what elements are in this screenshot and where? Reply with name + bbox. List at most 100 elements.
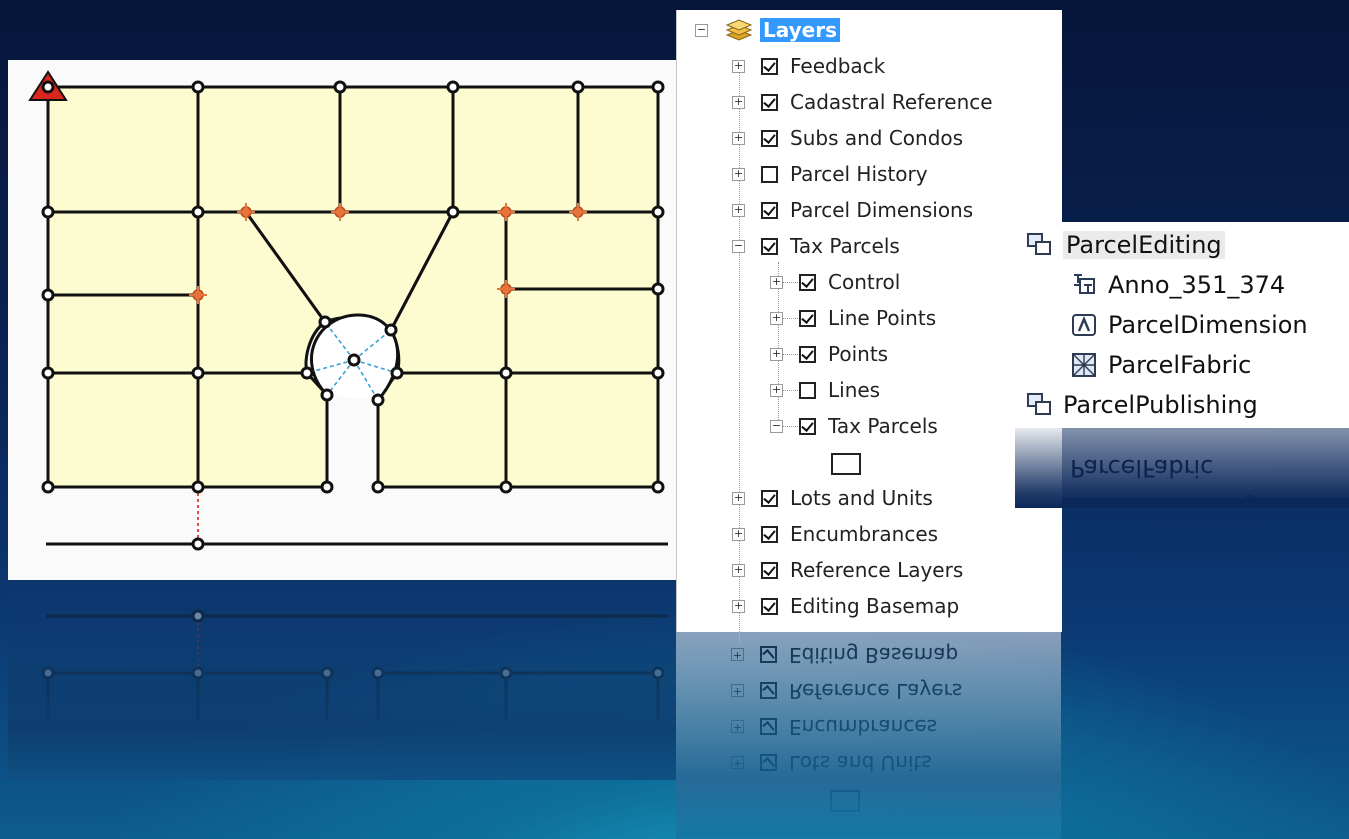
expand-icon[interactable]: + — [770, 275, 783, 289]
visibility-checkbox[interactable] — [761, 201, 778, 219]
layers-title[interactable]: Layers — [760, 18, 840, 42]
parcel-map-canvas[interactable] — [8, 60, 676, 580]
expand-icon[interactable]: + — [732, 59, 745, 73]
layer-label[interactable]: Parcel Dimensions — [790, 198, 973, 222]
catalog-item[interactable]: ParcelPublishing — [1025, 385, 1258, 425]
layer-label[interactable]: Cadastral Reference — [790, 90, 993, 114]
parcel-point[interactable] — [191, 480, 205, 494]
parcel[interactable] — [46, 210, 200, 297]
expand-icon[interactable]: + — [770, 383, 783, 397]
parcel[interactable] — [46, 293, 200, 375]
layer-label[interactable]: Encumbrances — [790, 522, 938, 546]
visibility-checkbox[interactable] — [761, 237, 778, 255]
parcel[interactable] — [504, 210, 660, 291]
layer-group-row[interactable]: + Editing Basemap — [732, 589, 959, 623]
expand-icon[interactable]: + — [732, 599, 745, 613]
visibility-checkbox[interactable] — [761, 165, 778, 183]
layer-label[interactable]: Line Points — [828, 306, 936, 330]
parcel-point[interactable] — [499, 366, 513, 380]
parcel-point[interactable] — [191, 205, 205, 219]
layer-group-row[interactable]: + Lots and Units — [732, 481, 933, 515]
parcel[interactable] — [196, 85, 342, 214]
layer-group-row[interactable]: + Parcel History — [732, 157, 928, 191]
parcel-point[interactable] — [446, 205, 460, 219]
visibility-checkbox[interactable] — [761, 489, 778, 507]
catalog-item-label[interactable]: ParcelFabric — [1108, 351, 1251, 379]
catalog-item[interactable]: ParcelDimension — [1070, 305, 1308, 345]
parcel[interactable] — [504, 371, 660, 489]
parcel-point[interactable] — [191, 537, 205, 551]
expand-icon[interactable]: + — [732, 131, 745, 145]
layer-group-row[interactable]: + Feedback — [732, 49, 885, 83]
parcel-point[interactable] — [651, 366, 665, 380]
expand-icon[interactable]: + — [732, 563, 745, 577]
parcel-map[interactable] — [8, 60, 676, 580]
parcel[interactable] — [338, 85, 455, 214]
catalog-item-label[interactable]: ParcelPublishing — [1063, 391, 1258, 419]
expand-icon[interactable]: + — [732, 203, 745, 217]
parcel-point[interactable] — [651, 282, 665, 296]
layer-label[interactable]: Subs and Condos — [790, 126, 963, 150]
layer-label[interactable]: Tax Parcels — [790, 234, 900, 258]
expand-icon[interactable]: + — [732, 167, 745, 181]
parcel-point[interactable] — [320, 480, 334, 494]
visibility-checkbox[interactable] — [761, 561, 778, 579]
tax-parcels-symbol[interactable] — [831, 447, 861, 481]
visibility-checkbox[interactable] — [761, 525, 778, 543]
expand-icon[interactable]: + — [770, 347, 783, 361]
layer-label[interactable]: Parcel History — [790, 162, 928, 186]
catalog-item-label[interactable]: Anno_351_374 — [1108, 271, 1285, 299]
parcel-point[interactable] — [371, 393, 385, 407]
catalog-item[interactable]: ParcelEditing — [1025, 225, 1225, 265]
catalog-item[interactable]: Anno_351_374 — [1070, 265, 1285, 305]
sublayer-row[interactable]: − Tax Parcels — [770, 409, 938, 443]
expand-icon[interactable]: + — [770, 311, 783, 325]
layer-label[interactable]: Tax Parcels — [828, 414, 938, 438]
parcel-point[interactable] — [347, 353, 361, 367]
parcel[interactable] — [576, 85, 660, 214]
parcel[interactable] — [376, 371, 508, 489]
parcel[interactable] — [46, 371, 200, 489]
visibility-checkbox[interactable] — [799, 309, 816, 327]
parcel-point[interactable] — [41, 366, 55, 380]
catalog-item[interactable]: ParcelFabric — [1070, 345, 1251, 385]
parcel[interactable] — [504, 287, 660, 375]
collapse-icon[interactable]: − — [770, 419, 783, 433]
layers-root[interactable]: − Layers — [695, 13, 840, 47]
layer-label[interactable]: Lots and Units — [790, 486, 933, 510]
parcel-point[interactable] — [320, 388, 334, 402]
parcel-point[interactable] — [318, 315, 332, 329]
layer-group-row[interactable]: − Tax Parcels — [732, 229, 900, 263]
parcel-point[interactable] — [384, 323, 398, 337]
parcel[interactable] — [196, 371, 329, 489]
layer-group-row[interactable]: + Reference Layers — [732, 553, 963, 587]
parcel-point[interactable] — [191, 80, 205, 94]
visibility-checkbox[interactable] — [799, 273, 816, 291]
parcel-point[interactable] — [390, 366, 404, 380]
visibility-checkbox[interactable] — [761, 129, 778, 147]
expand-icon[interactable]: + — [732, 95, 745, 109]
parcel-point[interactable] — [651, 480, 665, 494]
parcel-point[interactable] — [651, 205, 665, 219]
parcel[interactable] — [451, 85, 580, 214]
layer-label[interactable]: Editing Basemap — [790, 594, 959, 618]
visibility-checkbox[interactable] — [799, 345, 816, 363]
parcel-point[interactable] — [651, 80, 665, 94]
sublayer-row[interactable]: + Line Points — [770, 301, 936, 335]
sublayer-row[interactable]: + Points — [770, 337, 888, 371]
layer-label[interactable]: Feedback — [790, 54, 885, 78]
sublayer-row[interactable]: + Control — [770, 265, 900, 299]
parcel-point[interactable] — [300, 366, 314, 380]
collapse-icon[interactable]: − — [732, 239, 745, 253]
visibility-checkbox[interactable] — [761, 597, 778, 615]
parcel-point[interactable] — [371, 480, 385, 494]
parcel-point[interactable] — [41, 480, 55, 494]
catalog-item-label[interactable]: ParcelEditing — [1063, 231, 1225, 259]
layer-label[interactable]: Lines — [828, 378, 880, 402]
visibility-checkbox[interactable] — [799, 417, 816, 435]
parcel-point[interactable] — [333, 80, 347, 94]
parcel-point[interactable] — [499, 480, 513, 494]
layer-label[interactable]: Reference Layers — [790, 558, 963, 582]
sublayer-row[interactable]: + Lines — [770, 373, 880, 407]
layer-group-row[interactable]: + Encumbrances — [732, 517, 938, 551]
